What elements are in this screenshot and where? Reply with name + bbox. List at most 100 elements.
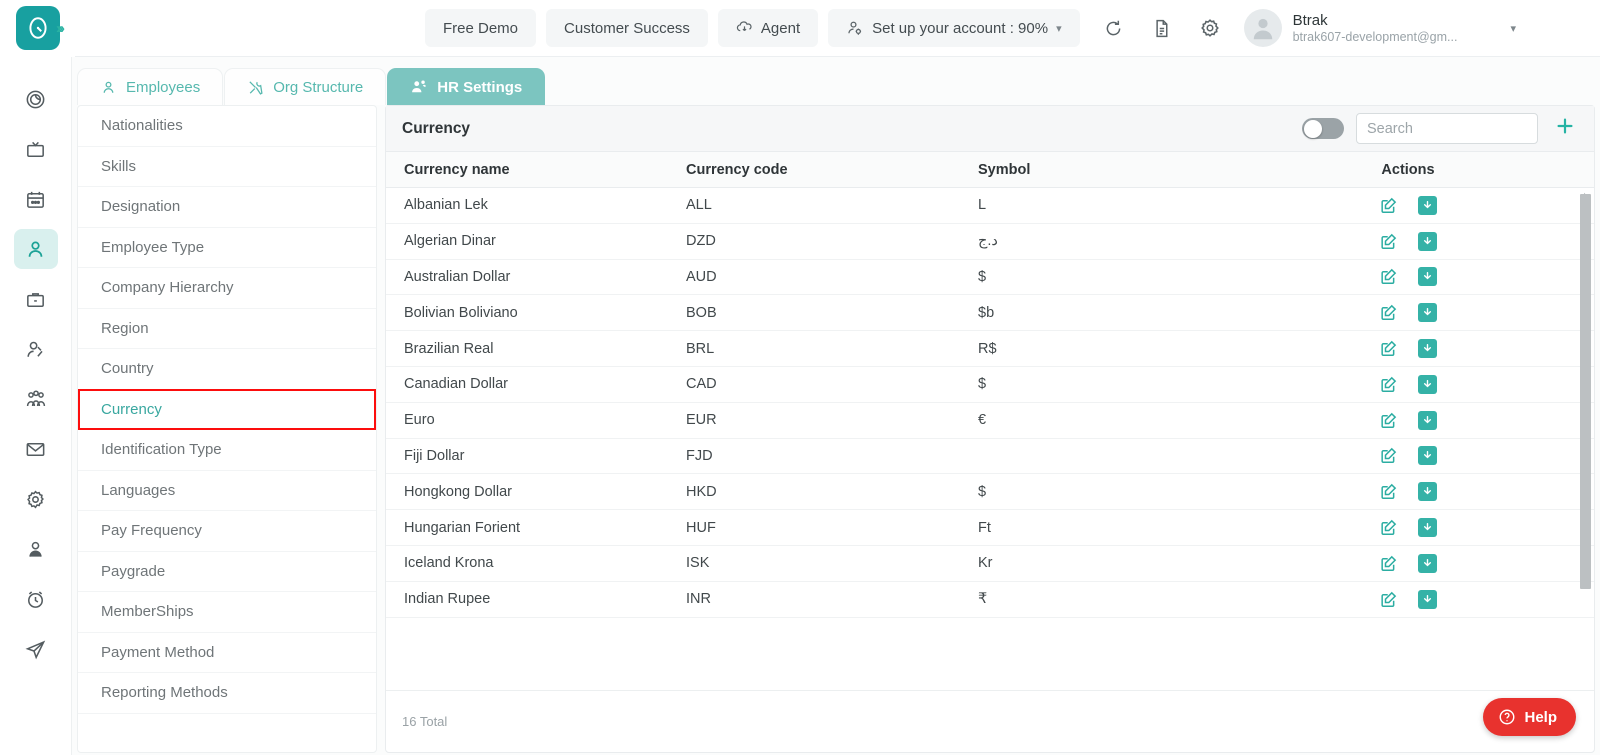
rail-item-screen[interactable] (14, 129, 58, 169)
table-row[interactable]: Canadian Dollar CAD $ (386, 367, 1594, 403)
logo-area[interactable]: ››› (0, 0, 75, 57)
help-button[interactable]: Help (1483, 698, 1576, 736)
sidebar-item-region[interactable]: Region (78, 309, 376, 349)
sidebar-item-reporting-methods[interactable]: Reporting Methods (78, 673, 376, 714)
sidebar-item-languages[interactable]: Languages (78, 471, 376, 511)
table-row[interactable]: Euro EUR € (386, 403, 1594, 439)
rail-item-mail[interactable] (14, 429, 58, 469)
edit-icon[interactable] (1379, 232, 1398, 251)
rail-item-settings[interactable] (14, 479, 58, 519)
edit-icon[interactable] (1379, 339, 1398, 358)
cell-currency-code: HKD (686, 483, 717, 500)
download-icon[interactable] (1418, 267, 1437, 287)
settings-button[interactable] (1189, 7, 1231, 49)
download-icon[interactable] (1418, 589, 1437, 609)
sidebar-item-currency[interactable]: Currency (78, 390, 376, 430)
table-row[interactable]: Australian Dollar AUD $ (386, 260, 1594, 296)
sidebar-item-identification-type[interactable]: Identification Type (78, 430, 376, 471)
cell-currency-name: Iceland Krona (404, 555, 494, 572)
tab-org-structure[interactable]: Org Structure (224, 68, 387, 105)
profile-text: Btrak btrak607-development@gm... (1293, 12, 1458, 45)
download-icon[interactable] (1418, 195, 1437, 215)
add-currency-button[interactable] (1550, 115, 1580, 142)
edit-icon[interactable] (1379, 303, 1398, 322)
sidebar-item-designation[interactable]: Designation (78, 187, 376, 228)
edit-icon[interactable] (1379, 590, 1398, 609)
sidebar-item-memberships[interactable]: MemberShips (78, 592, 376, 633)
free-demo-button[interactable]: Free Demo (425, 9, 537, 47)
currency-panel: Currency Currency name Currency code (385, 105, 1595, 753)
user-gear-icon (848, 21, 862, 35)
profile-menu[interactable]: Btrak btrak607-development@gm... ▾ (1243, 9, 1524, 47)
table-row[interactable]: Bolivian Boliviano BOB $b (386, 295, 1594, 332)
table-row[interactable]: Hongkong Dollar HKD $ (386, 474, 1594, 511)
document-button[interactable] (1141, 7, 1183, 49)
cell-symbol: $ (978, 376, 987, 393)
search-input[interactable] (1356, 113, 1538, 144)
table-row[interactable]: Fiji Dollar FJD (386, 439, 1594, 475)
profile-chevron-down-icon[interactable]: ▾ (1510, 22, 1516, 35)
download-icon[interactable] (1418, 231, 1437, 251)
customer-success-button[interactable]: Customer Success (546, 9, 708, 47)
status-toggle[interactable] (1302, 118, 1344, 139)
edit-icon[interactable] (1379, 411, 1398, 430)
sidebar-item-pay-frequency[interactable]: Pay Frequency (78, 511, 376, 552)
rail-item-calendar[interactable] (14, 179, 58, 219)
sidebar-item-nationalities[interactable]: Nationalities (78, 106, 376, 147)
edit-icon[interactable] (1379, 482, 1398, 501)
edit-icon[interactable] (1379, 554, 1398, 573)
download-icon[interactable] (1418, 303, 1437, 323)
tab-employees[interactable]: Employees (77, 68, 224, 105)
table-row[interactable]: Iceland Krona ISK Kr (386, 546, 1594, 582)
sidebar-item-skills[interactable]: Skills (78, 147, 376, 187)
table-row[interactable]: Indian Rupee INR ₹ (386, 582, 1594, 618)
edit-icon[interactable] (1379, 196, 1398, 215)
download-icon[interactable] (1418, 553, 1437, 573)
rail-item-timesheet[interactable] (14, 579, 58, 619)
agent-button[interactable]: Agent (717, 9, 819, 47)
sidebar-item-paygrade[interactable]: Paygrade (78, 552, 376, 592)
edit-icon[interactable] (1379, 267, 1398, 286)
cell-symbol: Kr (978, 555, 993, 572)
rail-item-send[interactable] (14, 629, 58, 669)
cell-actions (1278, 553, 1594, 573)
app-logo[interactable] (15, 6, 60, 50)
edit-icon[interactable] (1379, 446, 1398, 465)
sidebar-item-company-hierarchy[interactable]: Company Hierarchy (78, 268, 376, 309)
table-row[interactable]: Albanian Lek ALL L (386, 188, 1594, 224)
sidebar-item-employee-type[interactable]: Employee Type (78, 228, 376, 268)
rail-item-profile[interactable] (14, 529, 58, 569)
edit-icon[interactable] (1379, 375, 1398, 394)
edit-icon[interactable] (1379, 518, 1398, 537)
tab-hr-settings[interactable]: HR Settings (387, 68, 546, 105)
download-icon[interactable] (1418, 339, 1437, 359)
rail-item-dashboard[interactable] (14, 79, 58, 119)
content-area: Employees Org Structure HR Settings Nati… (72, 57, 1600, 755)
rail-item-employees[interactable] (13, 229, 58, 269)
cell-currency-code: INR (686, 591, 711, 608)
cloud-download-icon (736, 20, 752, 31)
setup-account-button[interactable]: Set up your account : 90% ▾ (828, 9, 1080, 47)
rail-item-jobs[interactable] (14, 279, 58, 319)
briefcase-icon (27, 292, 44, 307)
rail-item-teams[interactable] (14, 379, 58, 419)
refresh-button[interactable] (1093, 7, 1135, 49)
sidebar-label: Languages (101, 481, 176, 499)
rail-item-recruitment[interactable] (14, 329, 58, 369)
panel-tools (1302, 113, 1594, 144)
scrollbar-thumb[interactable] (1580, 194, 1591, 589)
download-icon[interactable] (1418, 518, 1437, 538)
table-row[interactable]: Brazilian Real BRL R$ (386, 331, 1594, 367)
sidebar-item-payment-method[interactable]: Payment Method (78, 633, 376, 673)
download-icon[interactable] (1418, 374, 1437, 394)
download-icon[interactable] (1418, 482, 1437, 502)
download-icon[interactable] (1418, 410, 1437, 430)
table-row[interactable]: Hungarian Forient HUF Ft (386, 510, 1594, 546)
table-row[interactable]: Algerian Dinar DZD د.ج (386, 224, 1594, 260)
sidebar-item-country[interactable]: Country (78, 349, 376, 390)
download-icon[interactable] (1418, 446, 1437, 466)
chevrons-right-icon[interactable]: ››› (56, 20, 65, 37)
chevron-down-icon: ▾ (1056, 22, 1062, 35)
vertical-scrollbar[interactable] (1580, 188, 1591, 690)
calendar-icon (27, 191, 44, 208)
